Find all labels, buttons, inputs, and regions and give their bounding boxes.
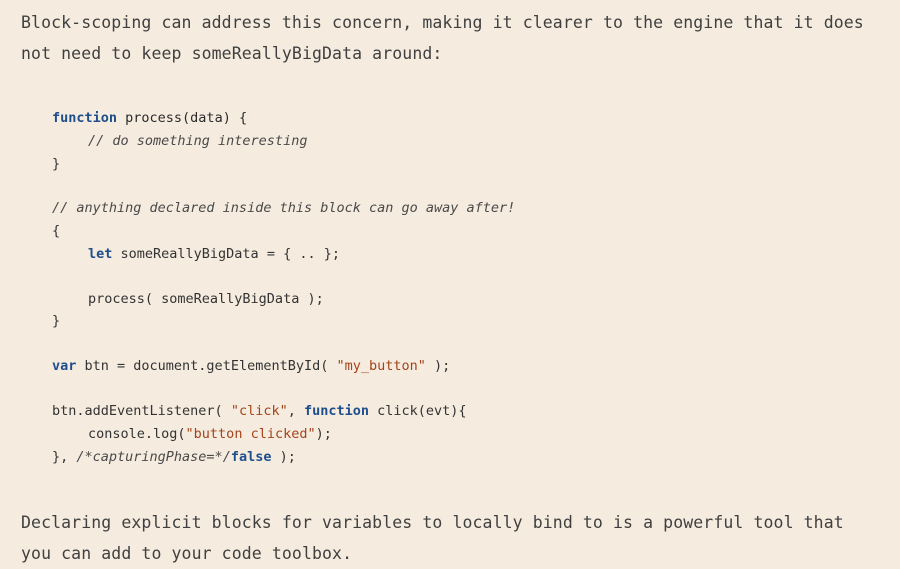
code-string: "button clicked" — [185, 426, 316, 442]
code-line-7: process( someReallyBigData ); — [88, 289, 324, 309]
code-text: }, — [52, 449, 77, 465]
outro-paragraph: Declaring explicit blocks for variables … — [21, 513, 844, 563]
code-text: someReallyBigData = { .. }; — [112, 246, 340, 262]
code-line-9: var btn = document.getElementById( "my_b… — [52, 356, 450, 376]
code-line-11: console.log("button clicked"); — [88, 424, 332, 444]
code-text: , — [287, 403, 304, 419]
code-text: ); — [315, 426, 332, 442]
code-text: } — [52, 156, 61, 172]
code-keyword: function — [52, 110, 118, 126]
code-keyword: function — [303, 403, 370, 419]
code-text: console.log( — [88, 426, 186, 442]
code-text: { — [52, 223, 61, 239]
code-line-6: let someReallyBigData = { .. }; — [88, 244, 340, 264]
code-string: "my_button" — [336, 358, 426, 374]
code-comment: // anything declared inside this block c… — [52, 200, 516, 216]
code-text: process( someReallyBigData ); — [88, 291, 324, 307]
code-line-8: } — [52, 311, 60, 331]
document-page: Block-scoping can address this concern, … — [0, 0, 900, 566]
code-line-1: function process(data) { — [52, 108, 247, 128]
code-line-12: }, /*capturingPhase=*/false ); — [52, 447, 296, 467]
code-line-4: // anything declared inside this block c… — [52, 198, 515, 218]
code-line-3: } — [52, 154, 60, 174]
intro-paragraph: Block-scoping can address this concern, … — [21, 13, 864, 63]
code-text: } — [52, 313, 61, 329]
code-string: "click" — [230, 403, 288, 419]
code-text: click(evt){ — [369, 403, 467, 419]
code-line-10: btn.addEventListener( "click", function … — [52, 401, 467, 421]
code-text: process(data) { — [117, 110, 248, 126]
code-comment: // do something interesting — [88, 133, 308, 149]
code-text: btn = document.getElementById( — [76, 358, 337, 374]
code-comment: /*capturingPhase=*/ — [76, 449, 231, 465]
code-line-5: { — [52, 221, 60, 241]
code-line-2: // do something interesting — [88, 131, 307, 151]
code-text: btn.addEventListener( — [52, 403, 231, 419]
code-text: ); — [271, 449, 296, 465]
code-keyword: let — [88, 246, 113, 262]
code-keyword: var — [52, 358, 77, 374]
code-text: ); — [425, 358, 451, 374]
code-keyword: false — [230, 449, 272, 465]
